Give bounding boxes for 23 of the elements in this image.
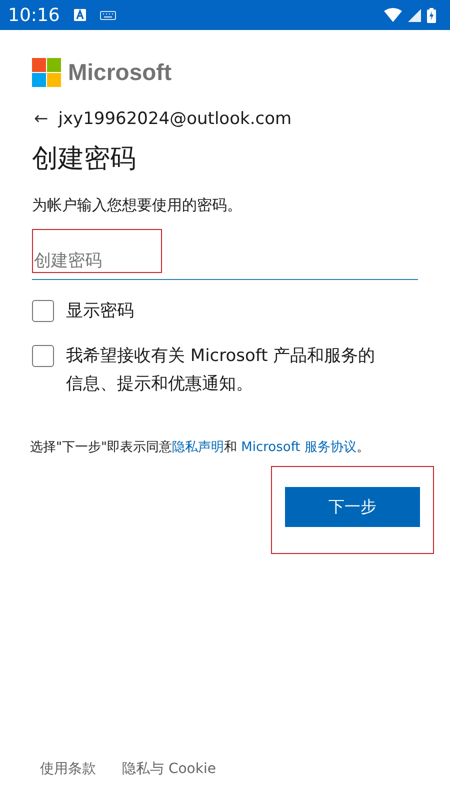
agreement-link[interactable]: Microsoft 服务协议 xyxy=(241,440,356,455)
privacy-link[interactable]: 隐私声明 xyxy=(172,440,224,455)
legal-text: 选择"下一步"即表示同意隐私声明和 Microsoft 服务协议。 xyxy=(30,439,370,456)
status-time: 10:16 xyxy=(8,4,60,26)
logo-icon xyxy=(32,58,61,87)
page-title: 创建密码 xyxy=(32,143,137,176)
signal-icon xyxy=(408,8,421,22)
checkbox-label: 我希望接收有关 Microsoft 产品和服务的信息、提示和优惠通知。 xyxy=(66,345,376,396)
description: 为帐户输入您想要使用的密码。 xyxy=(32,196,243,215)
checkbox[interactable] xyxy=(32,345,54,367)
terms-link[interactable]: 使用条款 xyxy=(40,760,96,778)
back-button[interactable]: ← xyxy=(32,109,50,129)
battery-icon xyxy=(427,8,436,22)
privacy-cookie-link[interactable]: 隐私与 Cookie xyxy=(122,760,216,778)
account-email: jxy19962024@outlook.com xyxy=(58,109,292,129)
letter-icon xyxy=(74,9,86,21)
password-field[interactable]: 创建密码 xyxy=(32,229,418,280)
next-button[interactable]: 下一步 xyxy=(285,487,420,527)
checkbox-label: 显示密码 xyxy=(66,300,135,323)
brand-name: Microsoft xyxy=(68,59,172,86)
checkbox[interactable] xyxy=(32,300,54,322)
keyboard-icon xyxy=(100,10,116,20)
wifi-icon xyxy=(384,8,402,22)
